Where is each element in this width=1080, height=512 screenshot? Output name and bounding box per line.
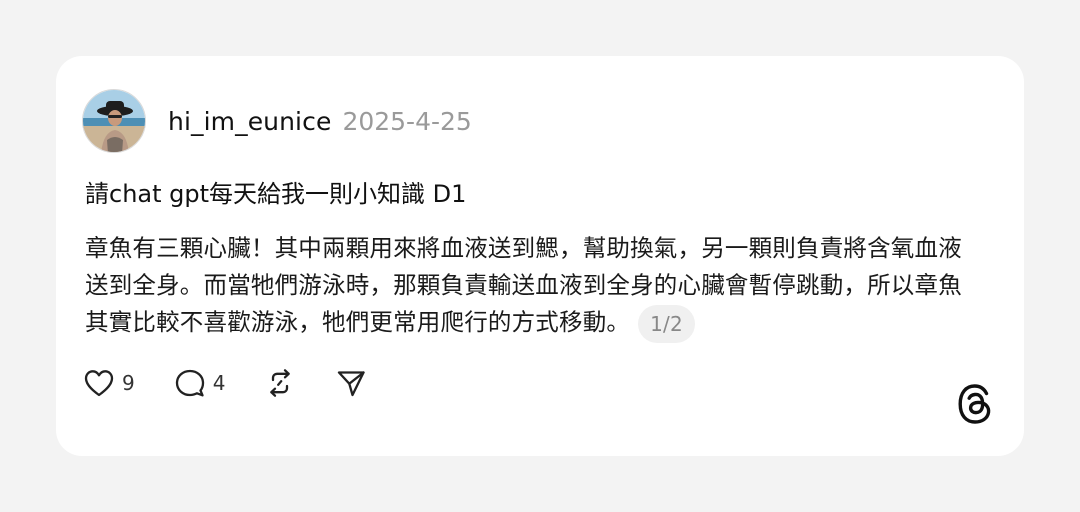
comment-bubble-icon (174, 368, 206, 398)
share-button[interactable] (335, 368, 367, 398)
username[interactable]: hi_im_eunice (168, 107, 331, 136)
post-actions: 9 4 (83, 368, 406, 398)
post-header: hi_im_eunice 2025-4-25 (82, 89, 472, 153)
comment-button[interactable]: 4 (174, 368, 226, 398)
post-title: 請chat gpt每天給我一則小知識 D1 (85, 180, 467, 208)
avatar[interactable] (82, 89, 146, 153)
post-date: 2025-4-25 (342, 106, 472, 136)
like-button[interactable]: 9 (83, 368, 135, 398)
repost-icon (264, 368, 296, 398)
post-card: hi_im_eunice 2025-4-25 請chat gpt每天給我一則小知… (56, 56, 1024, 456)
post-body: 章魚有三顆心臟！其中兩顆用來將血液送到鰓，幫助換氣，另一顆則負責將含氧血液送到全… (85, 230, 985, 343)
like-count: 9 (122, 371, 135, 395)
post-body-text: 章魚有三顆心臟！其中兩顆用來將血液送到鰓，幫助換氣，另一顆則負責將含氧血液送到全… (85, 234, 962, 336)
avatar-image (83, 90, 145, 152)
page-indicator: 1/2 (638, 304, 695, 343)
send-icon (335, 368, 367, 398)
heart-icon (83, 368, 115, 398)
threads-logo-icon (956, 383, 994, 425)
comment-count: 4 (212, 371, 226, 395)
repost-button[interactable] (264, 368, 296, 398)
